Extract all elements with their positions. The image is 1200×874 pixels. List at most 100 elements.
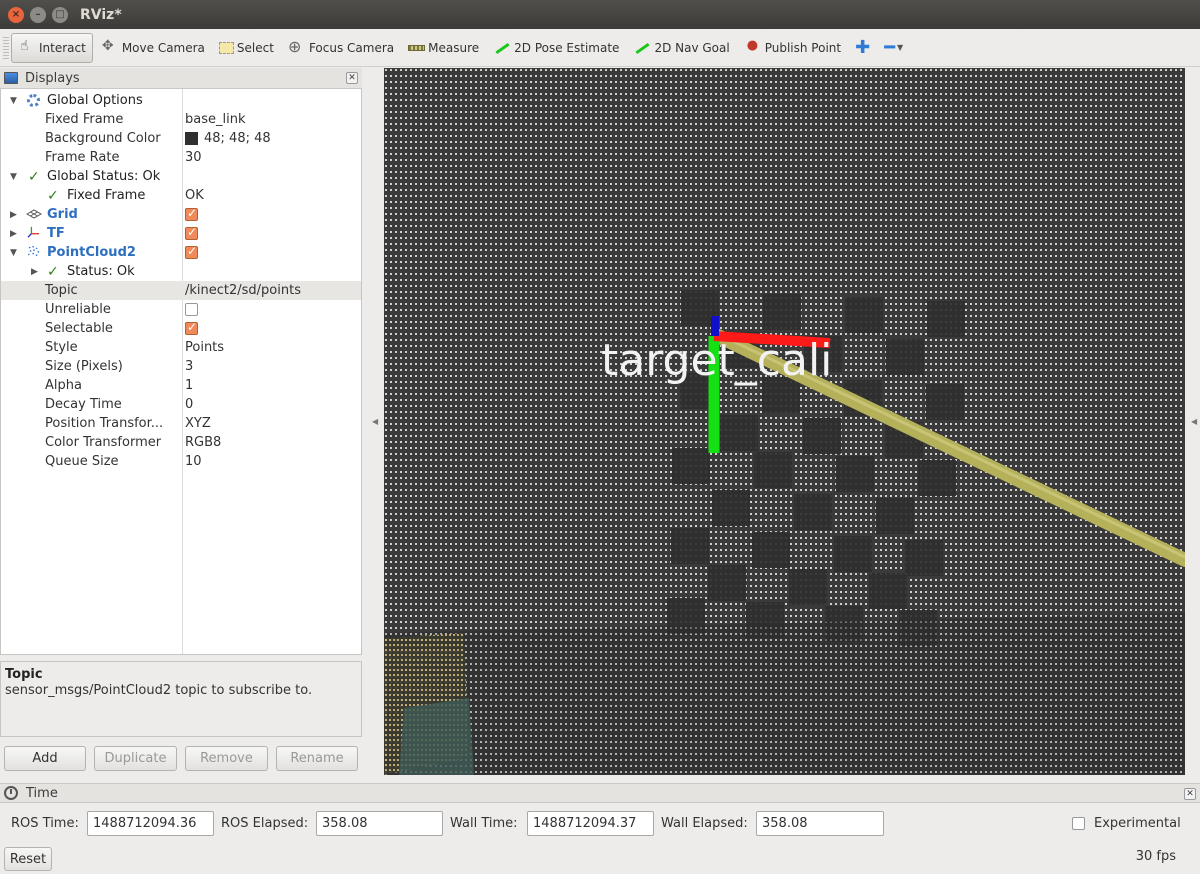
close-window-button[interactable]: × bbox=[8, 6, 24, 23]
collapse-left-arrow-icon[interactable]: ◀ bbox=[372, 417, 378, 426]
row-name: Alpha bbox=[45, 378, 82, 393]
expand-arrow-icon[interactable]: ▼ bbox=[10, 248, 17, 258]
tree-row-topic[interactable]: Topic /kinect2/sd/points bbox=[1, 281, 361, 300]
toolbar-grip[interactable] bbox=[3, 36, 9, 59]
selectable-checkbox[interactable] bbox=[185, 320, 198, 335]
check-icon: ✓ bbox=[47, 263, 59, 280]
wall-elapsed-field[interactable]: 358.08 bbox=[756, 811, 884, 836]
unreliable-checkbox[interactable] bbox=[185, 303, 198, 316]
pointcloud2-enabled-checkbox[interactable] bbox=[185, 244, 198, 259]
move-camera-label: Move Camera bbox=[121, 40, 205, 55]
nav-goal-tool-button[interactable]: 2D Nav Goal bbox=[627, 33, 735, 63]
tree-row-alpha[interactable]: Alpha 1 bbox=[1, 376, 361, 395]
plus-icon: ✚ bbox=[855, 37, 871, 58]
tree-row-selectable[interactable]: Selectable bbox=[1, 319, 361, 338]
pose-estimate-tool-button[interactable]: 2D Pose Estimate bbox=[487, 33, 625, 63]
move-camera-tool-button[interactable]: Move Camera bbox=[95, 33, 211, 63]
monitor-icon bbox=[4, 72, 18, 84]
tree-row-global-options[interactable]: ▼ Global Options bbox=[1, 91, 361, 110]
ros-elapsed-field[interactable]: 358.08 bbox=[316, 811, 443, 836]
rename-display-button[interactable]: Rename bbox=[276, 746, 358, 771]
tree-row-queue-size[interactable]: Queue Size 10 bbox=[1, 452, 361, 471]
add-tool-button[interactable]: ✚ bbox=[849, 33, 876, 63]
wall-time-field[interactable]: 1488712094.37 bbox=[527, 811, 654, 836]
tree-row-style[interactable]: Style Points bbox=[1, 338, 361, 357]
collapse-right-arrow-icon[interactable]: ◀ bbox=[1191, 417, 1197, 426]
topic-value[interactable]: /kinect2/sd/points bbox=[185, 283, 301, 298]
remove-tool-button[interactable]: ━ ▼ bbox=[878, 33, 909, 63]
tree-row-background-color[interactable]: Background Color 48; 48; 48 bbox=[1, 129, 361, 148]
description-title: Topic bbox=[5, 667, 43, 682]
displays-button-row: Add Duplicate Remove Rename bbox=[0, 746, 362, 772]
grid-enabled-checkbox[interactable] bbox=[185, 206, 198, 221]
description-text: sensor_msgs/PointCloud2 topic to subscri… bbox=[5, 683, 313, 698]
style-value[interactable]: Points bbox=[185, 340, 224, 355]
expand-arrow-icon[interactable]: ▼ bbox=[10, 96, 17, 106]
duplicate-display-button[interactable]: Duplicate bbox=[94, 746, 177, 771]
size-value[interactable]: 3 bbox=[185, 359, 193, 374]
tree-row-position-transformer[interactable]: Position Transfor... XYZ bbox=[1, 414, 361, 433]
close-time-panel-button[interactable]: ✕ bbox=[1184, 788, 1196, 800]
time-panel-header: Time ✕ bbox=[0, 783, 1200, 803]
pose-estimate-icon bbox=[493, 40, 511, 56]
remove-display-button[interactable]: Remove bbox=[185, 746, 268, 771]
ros-time-field[interactable]: 1488712094.36 bbox=[87, 811, 214, 836]
time-panel-title: Time bbox=[26, 785, 58, 801]
expand-arrow-icon[interactable]: ▶ bbox=[31, 267, 38, 277]
row-name: Decay Time bbox=[45, 397, 122, 412]
tree-row-decay-time[interactable]: Decay Time 0 bbox=[1, 395, 361, 414]
row-name: Background Color bbox=[45, 131, 161, 146]
color-transformer-value[interactable]: RGB8 bbox=[185, 435, 221, 450]
background-color-text: 48; 48; 48 bbox=[204, 131, 271, 146]
tree-row-frame-rate[interactable]: Frame Rate 30 bbox=[1, 148, 361, 167]
interact-tool-button[interactable]: Interact bbox=[11, 32, 93, 63]
pose-estimate-label: 2D Pose Estimate bbox=[514, 40, 620, 55]
focus-camera-tool-button[interactable]: Focus Camera bbox=[282, 33, 400, 63]
tree-row-size-pixels[interactable]: Size (Pixels) 3 bbox=[1, 357, 361, 376]
decay-time-value[interactable]: 0 bbox=[185, 397, 193, 412]
checkbox-checked-icon bbox=[185, 320, 198, 335]
chevron-down-icon: ▼ bbox=[897, 43, 904, 52]
frame-rate-value[interactable]: 30 bbox=[185, 150, 202, 165]
tree-row-status-fixed-frame[interactable]: ✓ Fixed Frame OK bbox=[1, 186, 361, 205]
tree-row-pointcloud2[interactable]: ▼ PointCloud2 bbox=[1, 243, 361, 262]
row-name: PointCloud2 bbox=[47, 245, 136, 260]
row-name: Selectable bbox=[45, 321, 113, 336]
add-display-button[interactable]: Add bbox=[4, 746, 86, 771]
select-tool-button[interactable]: Select bbox=[213, 33, 280, 63]
table-surface bbox=[384, 613, 1185, 775]
close-panel-button[interactable]: ✕ bbox=[346, 72, 358, 84]
render-3d-view[interactable]: target_cali bbox=[384, 68, 1185, 775]
fixed-frame-value[interactable]: base_link bbox=[185, 112, 245, 127]
hand-icon bbox=[18, 38, 36, 56]
tree-row-color-transformer[interactable]: Color Transformer RGB8 bbox=[1, 433, 361, 452]
experimental-checkbox[interactable] bbox=[1072, 817, 1085, 830]
measure-tool-button[interactable]: Measure bbox=[402, 33, 485, 63]
displays-tree[interactable]: ▼ Global Options Fixed Frame base_link B… bbox=[0, 89, 362, 655]
alpha-value[interactable]: 1 bbox=[185, 378, 193, 393]
tree-row-fixed-frame[interactable]: Fixed Frame base_link bbox=[1, 110, 361, 129]
status-bar: Reset 30 fps bbox=[0, 846, 1200, 874]
tf-enabled-checkbox[interactable] bbox=[185, 225, 198, 240]
expand-arrow-icon[interactable]: ▶ bbox=[10, 210, 17, 220]
ros-elapsed-label: ROS Elapsed: bbox=[221, 816, 309, 831]
position-transformer-value[interactable]: XYZ bbox=[185, 416, 211, 431]
minimize-window-button[interactable]: – bbox=[30, 6, 46, 23]
expand-arrow-icon[interactable]: ▶ bbox=[10, 229, 17, 239]
select-icon bbox=[218, 41, 234, 54]
tree-row-unreliable[interactable]: Unreliable bbox=[1, 300, 361, 319]
publish-point-tool-button[interactable]: Publish Point bbox=[738, 33, 847, 63]
maximize-window-button[interactable]: □ bbox=[52, 6, 68, 23]
focus-camera-icon bbox=[288, 37, 306, 56]
tree-row-tf[interactable]: ▶ TF bbox=[1, 224, 361, 243]
row-name: Status: Ok bbox=[67, 264, 135, 279]
tree-row-global-status[interactable]: ▼ ✓ Global Status: Ok bbox=[1, 167, 361, 186]
tree-row-pointcloud-status[interactable]: ▶ ✓ Status: Ok bbox=[1, 262, 361, 281]
background-color-value[interactable]: 48; 48; 48 bbox=[185, 131, 271, 146]
tree-row-grid[interactable]: ▶ Grid bbox=[1, 205, 361, 224]
reset-button[interactable]: Reset bbox=[4, 847, 52, 871]
queue-size-value[interactable]: 10 bbox=[185, 454, 202, 469]
row-name: Frame Rate bbox=[45, 150, 120, 165]
status-value: OK bbox=[185, 188, 204, 203]
expand-arrow-icon[interactable]: ▼ bbox=[10, 172, 17, 182]
